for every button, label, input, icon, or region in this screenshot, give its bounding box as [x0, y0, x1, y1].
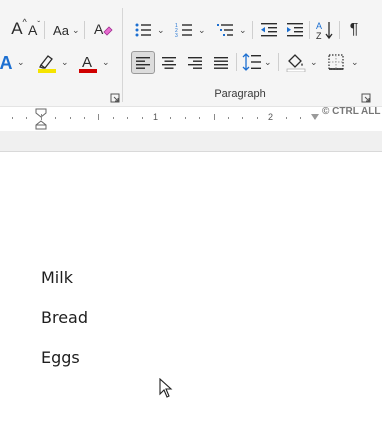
- ruler-tick: [214, 114, 215, 120]
- font-dialog-launcher-icon[interactable]: [110, 90, 120, 103]
- ruler-tick: [41, 114, 42, 120]
- numbering-chevron-icon[interactable]: ⌄: [198, 25, 206, 36]
- ruler-tick: [142, 117, 143, 119]
- ruler-tick: [300, 117, 301, 119]
- numbering-icon: 1 2 3: [175, 23, 192, 38]
- line-spacing-chevron-icon[interactable]: ⌄: [264, 57, 272, 68]
- text-effects-chevron-icon[interactable]: ⌄: [17, 57, 25, 68]
- group-separator: [122, 8, 123, 102]
- mouse-cursor-icon: [159, 377, 173, 403]
- paragraph-dialog-launcher-icon[interactable]: [361, 90, 371, 103]
- align-center-icon: [162, 56, 176, 69]
- ruler-number: 2: [268, 112, 274, 122]
- ruler-tick: [185, 117, 186, 119]
- highlight-chevron-icon[interactable]: ⌄: [61, 57, 69, 68]
- ruler-tick: [98, 114, 99, 120]
- watermark: © CTRL ALL: [322, 106, 381, 117]
- borders-button[interactable]: [326, 52, 346, 72]
- ruler-tick: [228, 117, 229, 119]
- ruler-tick: [286, 117, 287, 119]
- align-left-icon: [136, 56, 150, 69]
- decrease-indent-icon: [261, 23, 277, 37]
- clear-formatting-icon: A: [94, 21, 113, 37]
- shrink-font-icon: A: [27, 22, 38, 38]
- line-spacing-icon: [242, 53, 261, 71]
- ruler-tick: [127, 117, 128, 119]
- svg-text:3: 3: [175, 33, 178, 38]
- paint-bucket-icon: [286, 54, 306, 72]
- svg-text:A: A: [94, 21, 104, 37]
- ruler-tick: [257, 117, 258, 119]
- paragraph[interactable]: Milk: [41, 268, 73, 287]
- bullets-button[interactable]: [132, 20, 154, 40]
- increase-indent-button[interactable]: [285, 20, 305, 40]
- numbering-button[interactable]: 1 2 3: [173, 20, 195, 40]
- paragraph[interactable]: Bread: [41, 308, 88, 327]
- text-effects-icon: A: [0, 52, 13, 73]
- multilevel-list-icon: [217, 24, 233, 36]
- shrink-font-button[interactable]: Aˇ: [24, 20, 44, 40]
- page-top-margin-area: [0, 131, 382, 152]
- align-right-icon: [188, 56, 202, 69]
- svg-text:Z: Z: [316, 31, 322, 40]
- font-color-icon: A: [79, 54, 97, 73]
- justify-button[interactable]: [210, 52, 232, 73]
- justify-icon: [214, 56, 228, 69]
- ruler-tick: [55, 117, 56, 119]
- align-left-button[interactable]: [131, 51, 155, 74]
- font-color-chevron-icon[interactable]: ⌄: [102, 57, 110, 68]
- increase-indent-icon: [287, 23, 303, 37]
- sort-button[interactable]: A Z: [314, 19, 336, 41]
- clear-formatting-button[interactable]: A: [92, 19, 114, 41]
- pilcrow-icon: ¶: [349, 21, 359, 38]
- grow-font-icon: A: [11, 19, 23, 38]
- align-right-button[interactable]: [184, 52, 206, 73]
- bullets-chevron-icon[interactable]: ⌄: [157, 25, 165, 36]
- font-color-button[interactable]: A: [78, 52, 98, 74]
- ruler-tick: [242, 117, 243, 119]
- bullets-icon: [135, 23, 151, 37]
- ruler-tick: [170, 117, 171, 119]
- change-case-button[interactable]: Aa: [50, 20, 72, 40]
- shading-button[interactable]: [285, 51, 307, 73]
- text-effects-button[interactable]: A: [0, 52, 14, 74]
- svg-text:A: A: [82, 54, 92, 71]
- multilevel-chevron-icon[interactable]: ⌄: [239, 25, 247, 36]
- line-spacing-button[interactable]: [241, 51, 263, 73]
- ruler-tick: [12, 117, 13, 119]
- borders-chevron-icon[interactable]: ⌄: [351, 57, 359, 68]
- sort-icon: A Z: [316, 21, 333, 40]
- ruler-tick: [199, 117, 200, 119]
- document-page[interactable]: Milk Bread Eggs: [0, 152, 382, 440]
- paragraph-group-label: Paragraph: [214, 88, 266, 100]
- align-center-button[interactable]: [158, 52, 180, 73]
- change-case-icon: Aa: [53, 22, 69, 38]
- svg-text:A: A: [316, 21, 322, 31]
- ruler-number: 1: [153, 112, 159, 122]
- show-formatting-marks-button[interactable]: ¶: [344, 19, 364, 41]
- change-case-chevron-icon[interactable]: ⌄: [72, 25, 80, 36]
- shading-chevron-icon[interactable]: ⌄: [310, 57, 318, 68]
- ruler-tick: [70, 117, 71, 119]
- ribbon: A ^ Aˇ Aa ⌄ A A ⌄ ⌄ A ⌄ ⌄ 1 2 3 ⌄ ⌄ A Z …: [0, 0, 382, 106]
- ruler-tick: [26, 117, 27, 119]
- ruler-tick: [84, 117, 85, 119]
- multilevel-list-button[interactable]: [214, 20, 236, 40]
- right-indent-marker-icon[interactable]: [311, 114, 319, 120]
- paragraph[interactable]: Eggs: [41, 348, 80, 367]
- borders-icon: [328, 54, 344, 70]
- highlighter-icon: [38, 55, 56, 73]
- ruler-tick: [113, 117, 114, 119]
- decrease-indent-button[interactable]: [259, 20, 279, 40]
- highlight-button[interactable]: [36, 52, 58, 74]
